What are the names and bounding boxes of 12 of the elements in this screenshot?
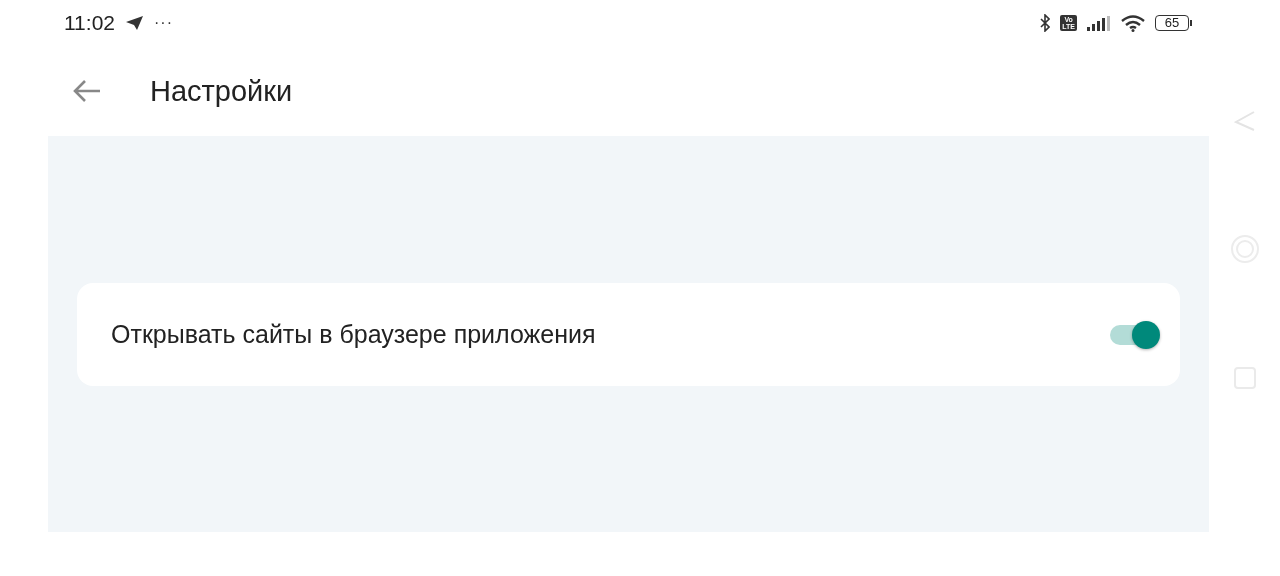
clock-time: 11:02 [64,11,115,35]
overflow-dots: ··· [154,14,173,32]
signal-icon [1087,15,1111,31]
page-title: Настройки [150,74,293,108]
toggle-switch[interactable] [1110,320,1160,349]
wifi-icon [1121,14,1145,32]
back-gesture-icon[interactable] [1233,110,1256,132]
back-button[interactable] [72,79,102,103]
bluetooth-icon [1040,14,1051,32]
setting-label: Открывать сайты в браузере приложения [111,320,597,349]
paper-plane-icon [125,15,144,31]
battery-indicator: 65 [1155,15,1192,31]
